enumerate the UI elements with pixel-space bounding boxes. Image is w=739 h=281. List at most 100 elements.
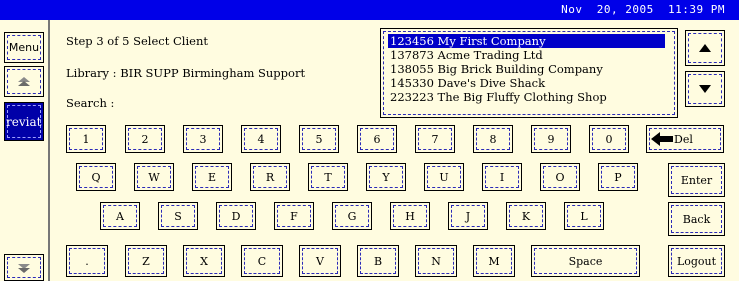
sidebar-scroll-down-button[interactable] <box>4 254 44 281</box>
key-label: 7 <box>431 132 439 146</box>
key-label: Z <box>142 254 150 268</box>
triangle-down-icon <box>699 85 711 93</box>
key-period[interactable]: . <box>66 245 108 277</box>
key-d[interactable]: D <box>216 202 256 230</box>
key-label: 1 <box>82 132 90 146</box>
list-scroll-up-button[interactable] <box>685 30 725 66</box>
key-b[interactable]: B <box>357 245 399 277</box>
space-button[interactable]: Space <box>531 245 640 277</box>
client-list[interactable]: 123456 My First Company 137873 Acme Trad… <box>380 28 678 118</box>
key-label: X <box>200 254 208 268</box>
key-label: 8 <box>489 132 497 146</box>
client-list-item[interactable]: 123456 My First Company <box>388 34 665 48</box>
key-label: P <box>614 170 622 184</box>
back-button[interactable]: Back <box>668 202 725 236</box>
key-l[interactable]: L <box>564 202 604 230</box>
key-s[interactable]: S <box>158 202 198 230</box>
key-8[interactable]: 8 <box>473 125 513 153</box>
search-input[interactable] <box>124 96 364 110</box>
key-label: D <box>231 209 241 223</box>
key-x[interactable]: X <box>183 245 225 277</box>
space-label: Space <box>568 254 603 268</box>
key-p[interactable]: P <box>598 163 638 191</box>
key-label: W <box>148 170 160 184</box>
key-label: 4 <box>257 132 265 146</box>
client-list-item[interactable]: 137873 Acme Trading Ltd <box>390 48 543 62</box>
key-label: S <box>174 209 182 223</box>
key-label: I <box>499 170 505 184</box>
enter-label: Enter <box>680 173 713 187</box>
client-list-item[interactable]: 145330 Dave's Dive Shack <box>390 76 545 90</box>
key-q[interactable]: Q <box>76 163 116 191</box>
client-list-item[interactable]: 223223 The Big Fluffy Clothing Shop <box>390 90 607 104</box>
key-label: T <box>324 170 332 184</box>
menu-label: Menu <box>8 41 40 54</box>
sidebar-item-abbreviate[interactable]: reviat <box>4 102 44 141</box>
key-z[interactable]: Z <box>125 245 167 277</box>
key-label: H <box>405 209 415 223</box>
logout-button[interactable]: Logout <box>668 245 725 277</box>
list-scroll-down-button[interactable] <box>685 71 725 107</box>
client-list-item[interactable]: 138055 Big Brick Building Company <box>390 62 603 76</box>
double-up-arrow-icon <box>17 76 31 87</box>
key-t[interactable]: T <box>308 163 348 191</box>
delete-label: Del <box>674 132 693 146</box>
key-label: N <box>431 254 441 268</box>
key-label: B <box>373 254 383 268</box>
key-f[interactable]: F <box>274 202 314 230</box>
key-label: 5 <box>315 132 323 146</box>
key-label: 3 <box>199 132 207 146</box>
key-0[interactable]: 0 <box>589 125 629 153</box>
key-m[interactable]: M <box>473 245 515 277</box>
key-6[interactable]: 6 <box>357 125 397 153</box>
key-j[interactable]: J <box>448 202 488 230</box>
key-a[interactable]: A <box>100 202 140 230</box>
top-bar: Nov 20, 2005 11:39 PM <box>0 0 739 20</box>
key-label: J <box>465 209 471 223</box>
key-9[interactable]: 9 <box>531 125 571 153</box>
key-e[interactable]: E <box>192 163 232 191</box>
sidebar-item-label: reviat <box>6 114 42 129</box>
library-label: Library : BIR SUPP Birmingham Support <box>66 66 306 80</box>
key-g[interactable]: G <box>332 202 372 230</box>
key-3[interactable]: 3 <box>183 125 223 153</box>
key-v[interactable]: V <box>299 245 341 277</box>
key-1[interactable]: 1 <box>66 125 106 153</box>
logout-label: Logout <box>676 254 717 268</box>
key-5[interactable]: 5 <box>299 125 339 153</box>
key-label: O <box>555 170 565 184</box>
key-label: E <box>207 170 217 184</box>
key-o[interactable]: O <box>540 163 580 191</box>
key-4[interactable]: 4 <box>241 125 281 153</box>
key-h[interactable]: H <box>390 202 430 230</box>
key-label: Q <box>91 170 101 184</box>
key-2[interactable]: 2 <box>125 125 165 153</box>
key-label: 2 <box>141 132 149 146</box>
key-label: V <box>316 254 324 268</box>
sidebar-scroll-up-button[interactable] <box>4 66 44 97</box>
key-u[interactable]: U <box>424 163 464 191</box>
key-label: F <box>290 209 298 223</box>
key-k[interactable]: K <box>506 202 546 230</box>
key-label: M <box>488 254 500 268</box>
key-label: K <box>521 209 531 223</box>
date-time: Nov 20, 2005 11:39 PM <box>561 3 725 16</box>
key-label: R <box>265 170 275 184</box>
key-label: 0 <box>605 132 613 146</box>
key-c[interactable]: C <box>241 245 283 277</box>
left-arrow-icon <box>651 132 673 146</box>
key-n[interactable]: N <box>415 245 457 277</box>
sidebar-divider <box>48 20 50 281</box>
menu-button[interactable]: Menu <box>4 32 44 63</box>
key-y[interactable]: Y <box>366 163 406 191</box>
key-i[interactable]: I <box>482 163 522 191</box>
key-label: U <box>439 170 449 184</box>
enter-button[interactable]: Enter <box>668 163 725 197</box>
double-down-arrow-icon <box>17 263 31 273</box>
key-r[interactable]: R <box>250 163 290 191</box>
key-w[interactable]: W <box>134 163 174 191</box>
key-7[interactable]: 7 <box>415 125 455 153</box>
delete-button[interactable]: Del <box>646 125 724 153</box>
key-label: . <box>85 254 89 268</box>
back-label: Back <box>682 212 711 226</box>
